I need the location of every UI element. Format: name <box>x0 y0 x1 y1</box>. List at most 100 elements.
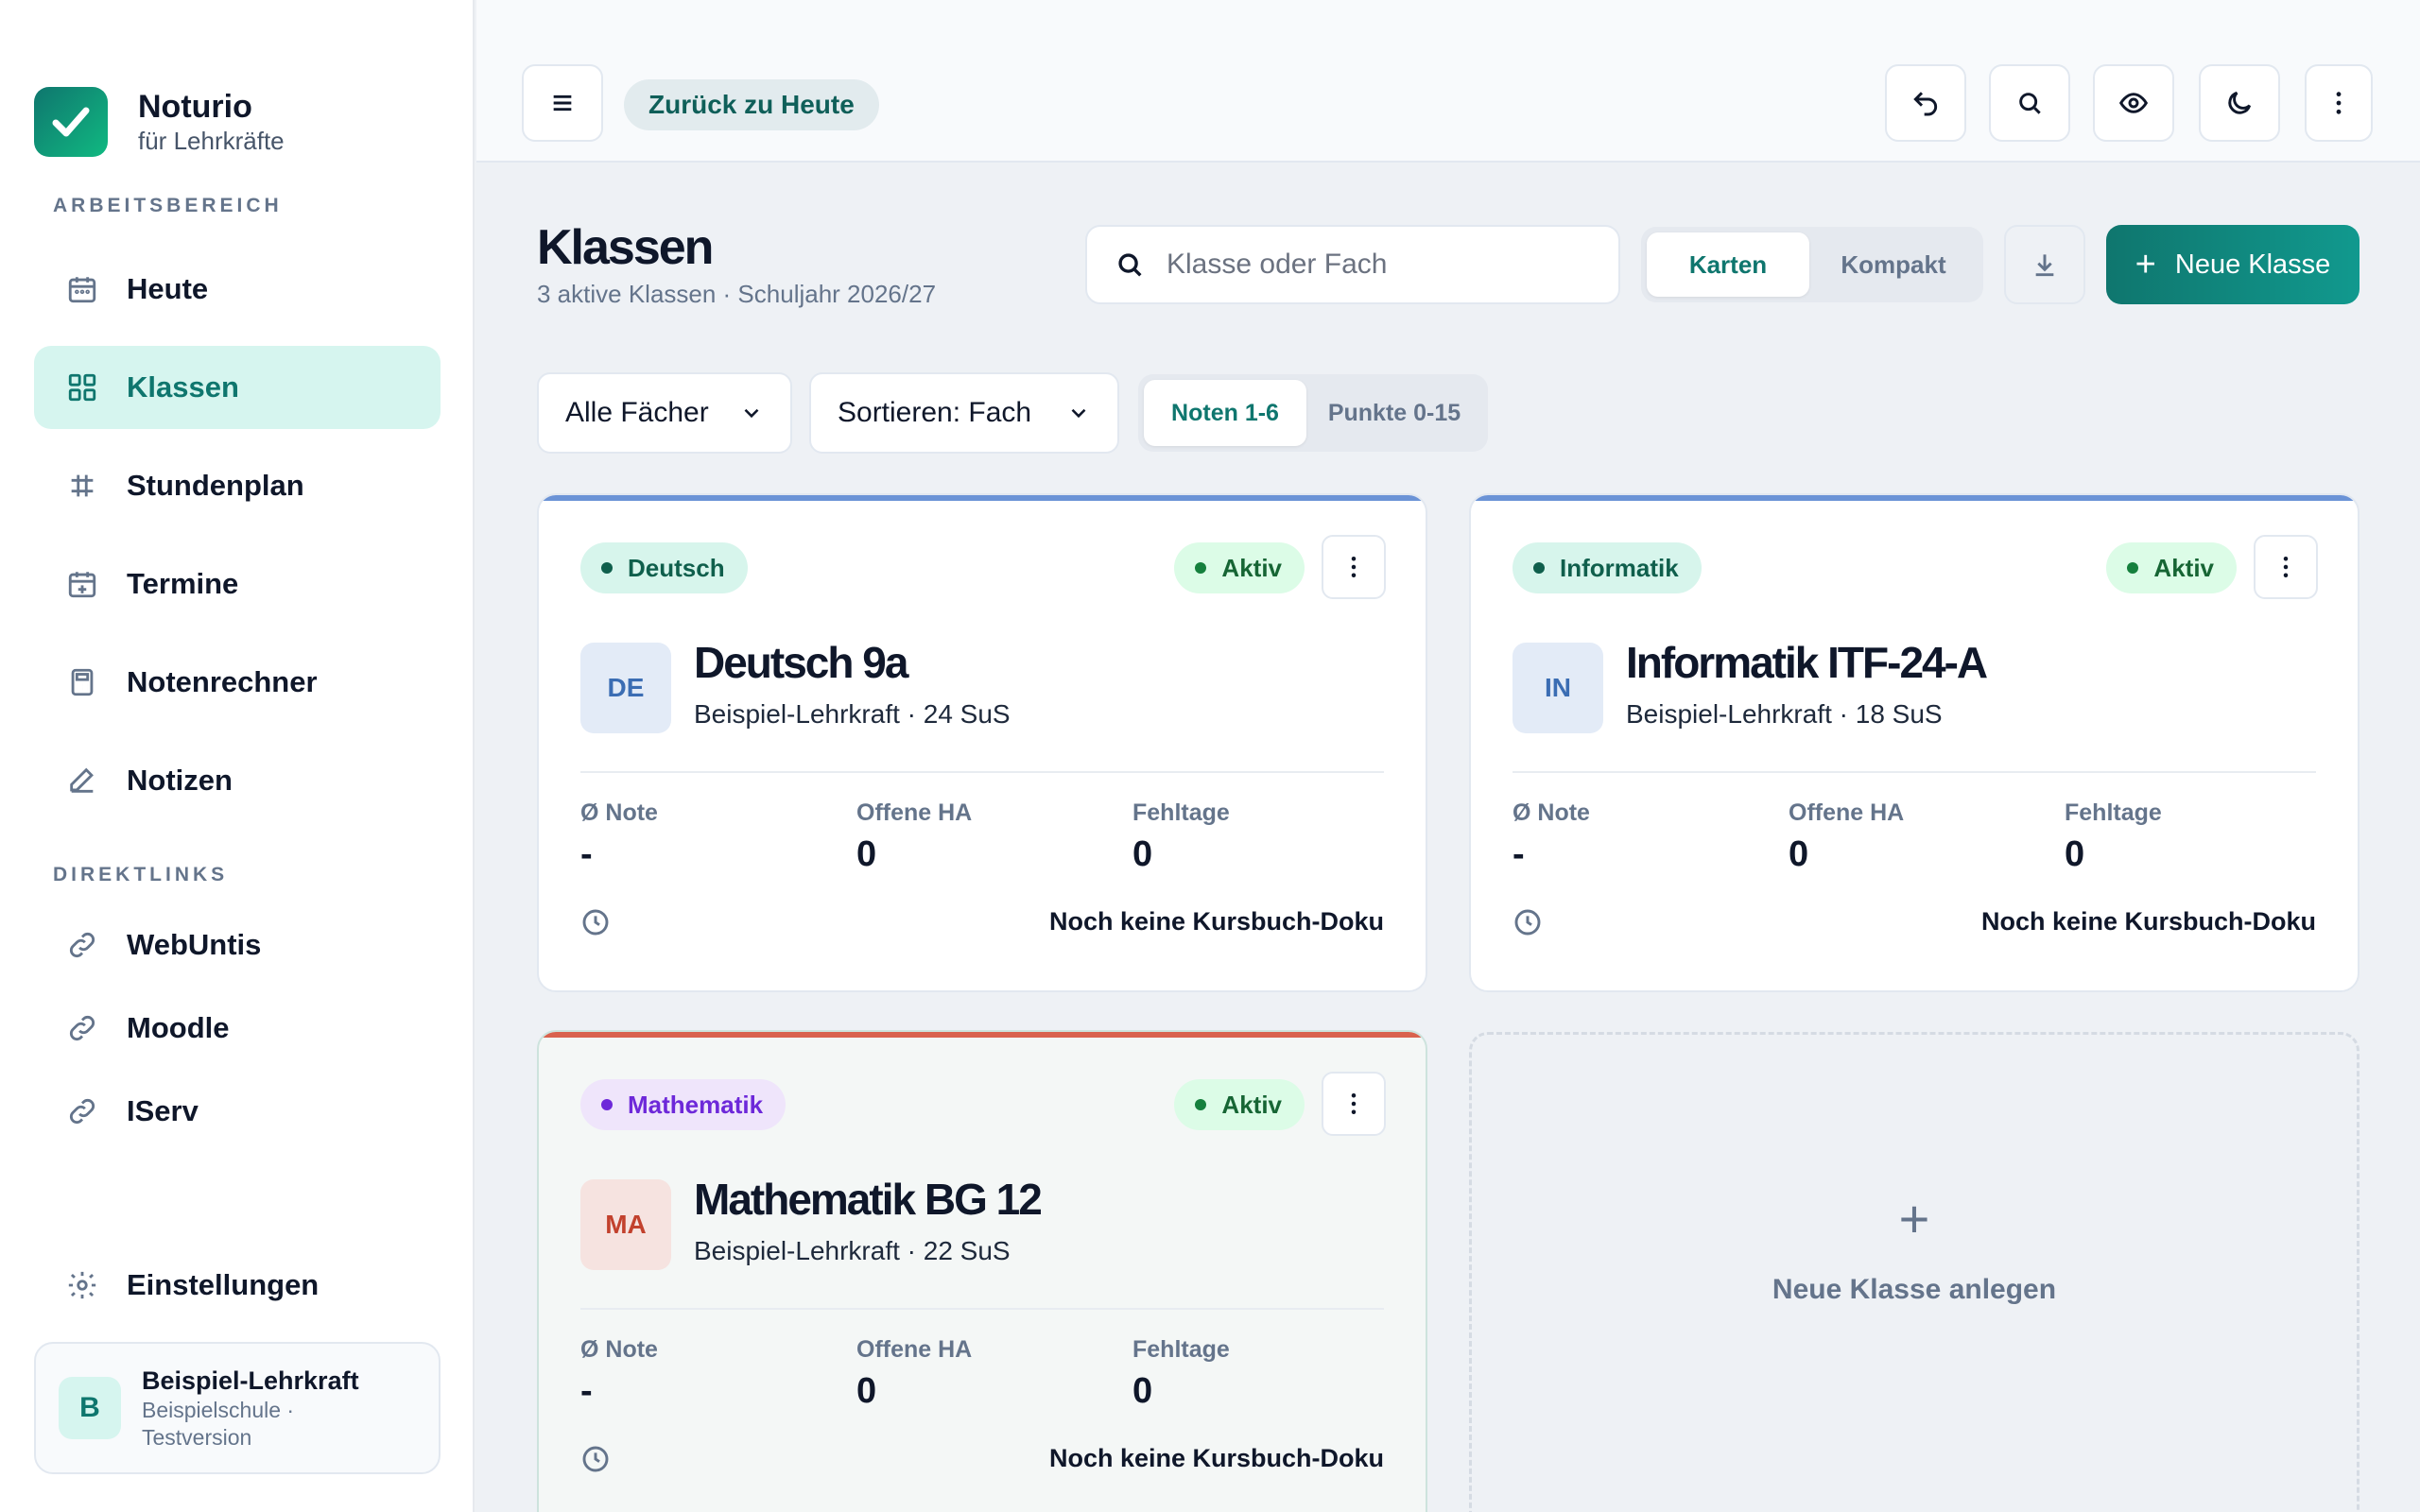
back-to-today-button[interactable]: Zurück zu Heute <box>624 79 879 130</box>
card-menu-button[interactable] <box>1322 535 1386 599</box>
menu-button[interactable] <box>522 64 603 142</box>
page-subtitle: 3 aktive Klassen · Schuljahr 2026/27 <box>537 280 937 308</box>
clock-icon <box>1512 907 1543 937</box>
user-card[interactable]: B Beispiel-Lehrkraft Beispielschule · Te… <box>34 1342 441 1474</box>
dark-mode-button[interactable] <box>2199 64 2280 142</box>
view-toggle: Karten Kompakt <box>1641 227 1983 302</box>
brand-name: Noturio <box>138 89 252 125</box>
section-label-workspace: ARBEITSBEREICH <box>53 195 283 216</box>
search-icon <box>2019 93 2041 114</box>
search-button[interactable] <box>1989 64 2070 142</box>
grid-icon <box>64 369 100 405</box>
subject-filter-select[interactable]: Alle Fächer <box>537 372 792 454</box>
grade-option-punkte[interactable]: Punkte 0-15 <box>1306 380 1482 446</box>
new-class-label: Neue Klasse <box>2174 249 2331 280</box>
user-school: Beispielschule · Testversion <box>142 1398 295 1450</box>
stat-value: 0 <box>856 834 877 874</box>
add-class-label: Neue Klasse anlegen <box>1772 1274 2057 1305</box>
kursbuch-status: Noch keine Kursbuch-Doku <box>1980 907 2316 936</box>
stat-absences: Fehltage 0 <box>1132 799 1230 875</box>
stat-label: Offene HA <box>856 799 973 826</box>
grade-option-noten[interactable]: Noten 1-6 <box>1144 380 1306 446</box>
class-card[interactable]: Informatik Aktiv IN Informatik ITF-24-A … <box>1469 493 2360 992</box>
stat-label: Offene HA <box>1789 799 1905 826</box>
plus-icon: + <box>2135 244 2156 284</box>
stat-average-grade: Ø Note - <box>580 1336 658 1412</box>
stat-average-grade: Ø Note - <box>580 799 658 875</box>
divider <box>1512 771 2316 773</box>
new-class-button[interactable]: + Neue Klasse <box>2106 225 2360 304</box>
more-vertical-icon <box>2283 557 2289 577</box>
divider <box>580 771 1384 773</box>
sort-value: Sortieren: Fach <box>838 397 1032 428</box>
subject-dot <box>1533 562 1545 574</box>
status-label: Aktiv <box>1221 1090 1282 1119</box>
undo-button[interactable] <box>1885 64 1966 142</box>
brand-subtitle: für Lehrkräfte <box>138 127 285 155</box>
divider <box>580 1308 1384 1310</box>
sidebar-item-label: Heute <box>127 272 209 305</box>
sidebar-link-moodle[interactable]: Moodle <box>34 987 441 1070</box>
download-button[interactable] <box>2004 225 2085 304</box>
view-option-karten[interactable]: Karten <box>1647 232 1809 297</box>
class-card[interactable]: Mathematik Aktiv MA Mathematik BG 12 Bei… <box>537 1030 1427 1512</box>
more-vertical-icon <box>1351 557 1357 577</box>
stat-label: Fehltage <box>1132 799 1230 826</box>
stat-value: 0 <box>1132 834 1153 874</box>
subject-label: Informatik <box>1560 553 1679 582</box>
more-vertical-icon <box>2336 92 2342 114</box>
link-icon <box>64 1093 100 1129</box>
card-accent-line <box>539 1032 1426 1038</box>
sidebar-link-iserv[interactable]: IServ <box>34 1070 441 1153</box>
stat-absences: Fehltage 0 <box>1132 1336 1230 1412</box>
class-card[interactable]: Deutsch Aktiv DE Deutsch 9a Beispiel-Leh… <box>537 493 1427 992</box>
eye-icon <box>2118 93 2149 113</box>
calendar-icon <box>64 271 100 307</box>
kursbuch-status: Noch keine Kursbuch-Doku <box>1048 1444 1384 1472</box>
sidebar-item-label: Klassen <box>127 370 239 404</box>
search-field[interactable] <box>1085 225 1620 304</box>
stat-absences: Fehltage 0 <box>2065 799 2162 875</box>
class-title: Mathematik BG 12 <box>694 1175 1043 1224</box>
page-title: Klassen <box>537 220 714 275</box>
section-label-links: DIREKTLINKS <box>53 864 229 885</box>
class-title: Deutsch 9a <box>694 638 908 687</box>
more-vertical-icon <box>1351 1093 1357 1114</box>
stat-value: 0 <box>1789 834 1809 874</box>
sidebar-item-heute[interactable]: Heute <box>34 248 441 331</box>
card-menu-button[interactable] <box>2254 535 2318 599</box>
sidebar-item-klassen[interactable]: Klassen <box>34 346 441 429</box>
class-meta: Beispiel-Lehrkraft · 18 SuS <box>1626 699 1943 729</box>
clock-icon <box>580 1444 611 1474</box>
sidebar-link-webuntis[interactable]: WebUntis <box>34 903 441 987</box>
sidebar-item-label: Termine <box>127 567 239 600</box>
brand[interactable]: Noturio für Lehrkräfte <box>34 87 285 157</box>
sidebar-link-label: WebUntis <box>127 928 262 961</box>
add-class-card[interactable]: + Neue Klasse anlegen <box>1469 1032 2360 1512</box>
sidebar-item-notenrechner[interactable]: Notenrechner <box>34 641 441 724</box>
class-abbreviation: MA <box>580 1179 671 1270</box>
view-option-kompakt[interactable]: Kompakt <box>1809 232 1978 297</box>
sidebar-item-label: Notizen <box>127 764 233 797</box>
download-icon <box>2035 254 2054 277</box>
more-button[interactable] <box>2305 64 2373 142</box>
stat-open-homework: Offene HA 0 <box>856 1336 972 1412</box>
stat-label: Fehltage <box>2065 799 2162 826</box>
sidebar-item-stundenplan[interactable]: Stundenplan <box>34 444 441 527</box>
sidebar-item-einstellungen[interactable]: Einstellungen <box>34 1244 441 1327</box>
status-badge: Aktiv <box>1174 1079 1305 1130</box>
pencil-icon <box>64 763 100 799</box>
subject-chip: Informatik <box>1512 542 1702 593</box>
topbar: Zurück zu Heute <box>476 0 2420 163</box>
sidebar-item-label: Notenrechner <box>127 665 318 698</box>
view-button[interactable] <box>2093 64 2174 142</box>
sidebar-item-notizen[interactable]: Notizen <box>34 739 441 822</box>
search-input[interactable] <box>1167 249 1601 281</box>
sort-select[interactable]: Sortieren: Fach <box>809 372 1119 454</box>
sidebar-link-label: Moodle <box>127 1011 230 1044</box>
calendar-plus-icon <box>64 566 100 602</box>
sidebar-item-termine[interactable]: Termine <box>34 542 441 626</box>
card-menu-button[interactable] <box>1322 1072 1386 1136</box>
sidebar-link-label: IServ <box>127 1094 199 1127</box>
kursbuch-status: Noch keine Kursbuch-Doku <box>1048 907 1384 936</box>
